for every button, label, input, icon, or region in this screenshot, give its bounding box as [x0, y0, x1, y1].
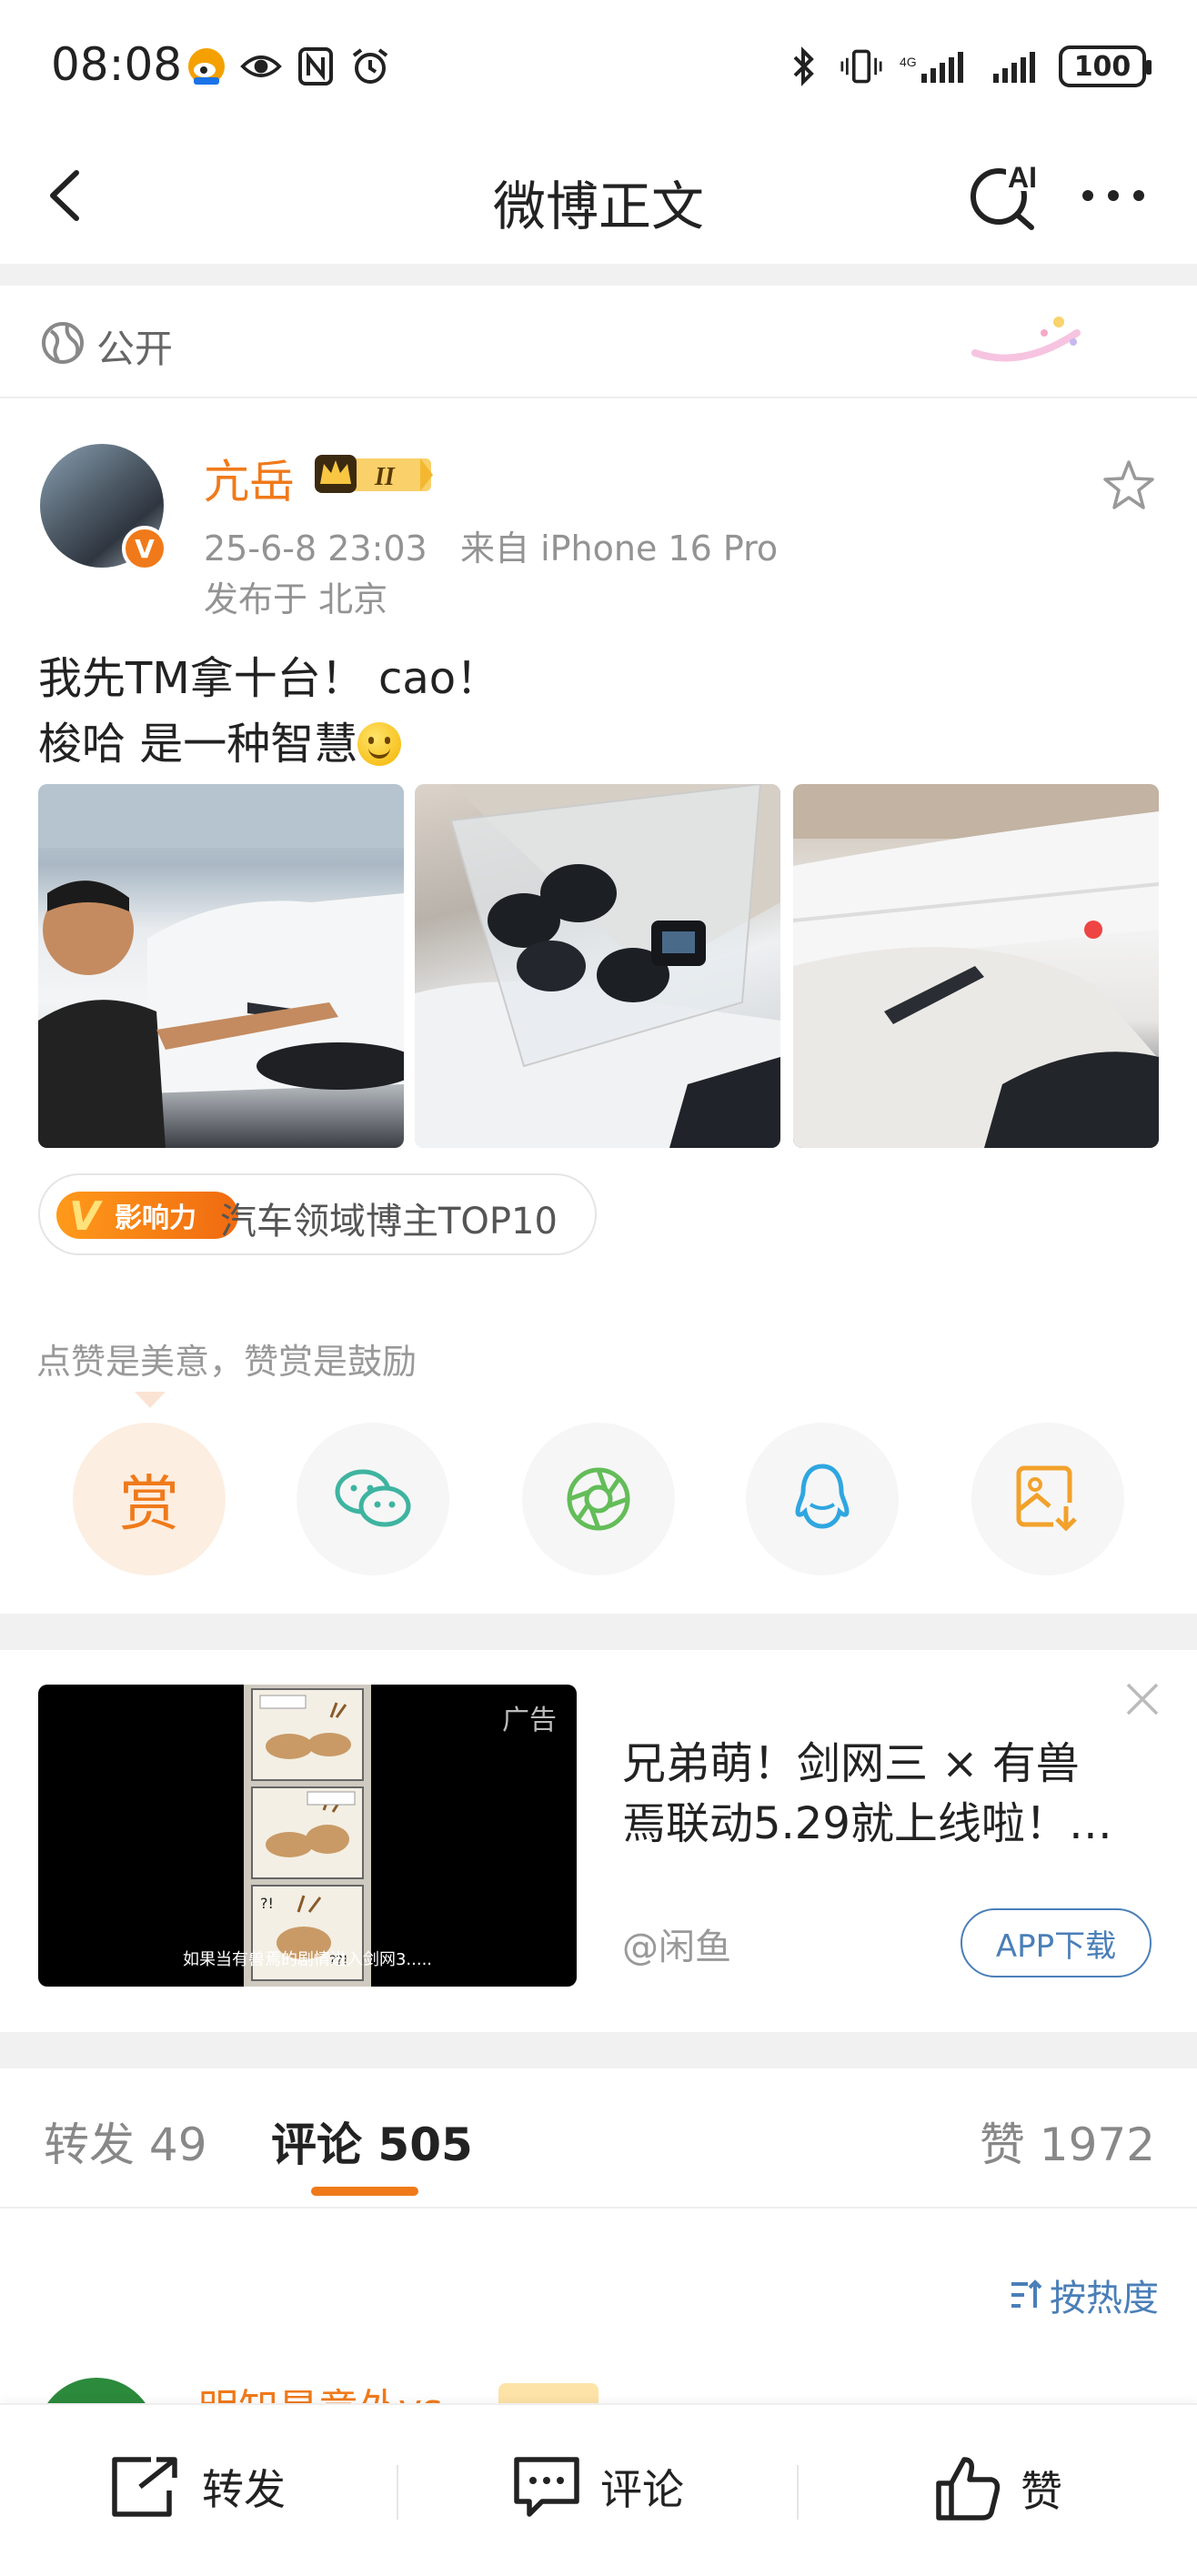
vip-level-label: II [374, 463, 396, 491]
ad-image[interactable]: ?!??! 广告 如果当有兽焉的剧情进入剑网3..... [38, 1685, 577, 1987]
section-divider [0, 2032, 1197, 2068]
wechat-share-button[interactable] [297, 1423, 449, 1575]
post-text-line-2: 梭哈 是一种智慧 [38, 711, 499, 777]
qq-share-button[interactable] [746, 1423, 899, 1575]
tab-comment[interactable]: 评论 505 [271, 2108, 473, 2174]
repost-icon [112, 2457, 177, 2517]
more-icon[interactable] [1077, 173, 1150, 218]
section-divider [0, 1614, 1197, 1650]
post-meta: 25-6-8 23:03 来自 iPhone 16 Pro [204, 520, 778, 570]
post-image-2[interactable] [415, 784, 780, 1148]
section-divider [0, 264, 1197, 286]
nfc-icon [295, 45, 337, 87]
like-label: 赞 [1021, 2467, 1062, 2516]
ad-title-line: 兄弟萌！剑网三 × 有兽 [622, 1738, 1080, 1789]
reward-button[interactable]: 赏 [73, 1423, 226, 1575]
globe-icon [40, 320, 86, 366]
favorite-star-icon[interactable] [1101, 457, 1157, 513]
post-source: 来自 iPhone 16 Pro [459, 528, 779, 569]
wechat-icon [335, 1469, 411, 1527]
save-image-icon [1016, 1465, 1081, 1534]
close-icon[interactable] [1124, 1681, 1161, 1717]
verified-badge-icon: V [122, 526, 167, 571]
tab-divider [0, 2207, 1197, 2209]
svg-text:4G: 4G [900, 55, 917, 69]
visibility-label: 公开 [96, 327, 174, 371]
repost-label: 转发 [202, 2465, 286, 2514]
comic-panel [251, 1786, 364, 1879]
svg-text:?!: ?! [260, 1895, 274, 1912]
vibrate-icon [840, 45, 882, 87]
bottom-bar-separator [397, 2465, 398, 2520]
ad-label: 广告 [502, 1705, 557, 1736]
moments-share-button[interactable] [522, 1423, 675, 1575]
nav-bar: 微博正文 AI [0, 136, 1197, 255]
like-button[interactable]: 赞 [933, 2454, 1062, 2523]
vip-crown-badge-icon[interactable]: II [313, 451, 435, 497]
moments-icon [567, 1467, 630, 1531]
influence-tag[interactable]: 影响力 汽车领域博主TOP10 [38, 1173, 597, 1255]
status-icons-right: 4G 100 [782, 45, 1152, 87]
bottom-bar-separator [797, 2465, 799, 2520]
post-time: 25-6-8 23:03 [204, 528, 428, 569]
post-image-3[interactable] [793, 784, 1159, 1148]
bluetooth-icon [782, 45, 824, 87]
signal-icon: 4G [899, 45, 971, 87]
eye-icon [240, 45, 282, 87]
comment-icon [514, 2457, 579, 2517]
alarm-icon [349, 45, 391, 87]
ad-comic-strip: ?!??! [244, 1685, 371, 1987]
comment-button[interactable]: 评论 [511, 2454, 684, 2520]
tab-like[interactable]: 赞 1972 [980, 2108, 1155, 2174]
sort-button[interactable]: 按热度 [1008, 2269, 1159, 2321]
status-icons-left [186, 45, 391, 87]
comment-label: 评论 [600, 2465, 684, 2514]
sort-label: 按热度 [1050, 2278, 1159, 2319]
repost-button[interactable]: 转发 [107, 2454, 286, 2520]
bottom-action-bar: 转发 评论 赞 [0, 2403, 1197, 2576]
status-time: 08:08 [51, 38, 183, 91]
ad-title[interactable]: 兄弟萌！剑网三 × 有兽 焉联动5.29就上线啦！… [622, 1734, 1168, 1854]
influence-logo: 影响力 [56, 1192, 238, 1240]
save-image-button[interactable] [971, 1423, 1124, 1575]
post-image-1[interactable] [38, 784, 404, 1148]
battery-indicator: 100 [1059, 45, 1152, 87]
app-download-button[interactable]: APP下载 [961, 1908, 1152, 1977]
ai-label: AI [1008, 161, 1037, 194]
hint-arrow-icon [135, 1392, 166, 1408]
ad-title-line: 焉联动5.29就上线啦！… [622, 1798, 1112, 1849]
weibo-app-icon [186, 45, 227, 87]
qq-icon [795, 1464, 850, 1529]
post-text: 我先TM拿十台！ cao！ 梭哈 是一种智慧 [38, 646, 499, 777]
status-bar: 08:08 4G 100 [0, 0, 1197, 136]
thumbs-up-icon [936, 2457, 1001, 2521]
sparkle-decoration-icon [968, 306, 1086, 375]
comic-panel [251, 1688, 364, 1781]
author-name[interactable]: 亢岳 [204, 446, 295, 511]
tab-repost[interactable]: 转发 49 [44, 2108, 207, 2174]
post-text-line: 我先TM拿十台！ cao！ [38, 653, 500, 704]
signal-icon [988, 45, 1042, 87]
ai-search-icon[interactable]: AI [964, 156, 1046, 233]
reward-hint: 点赞是美意，赞赏是鼓励 [36, 1342, 417, 1382]
ad-caption: 如果当有兽焉的剧情进入剑网3..... [182, 1950, 433, 1969]
smile-emoji-icon [357, 722, 402, 766]
influence-tag-label: 汽车领域博主TOP10 [220, 1201, 558, 1243]
post-text-line: 梭哈 是一种智慧 [38, 719, 358, 770]
ad-source[interactable]: @闲鱼 [622, 1917, 731, 1970]
sort-icon [1011, 2279, 1042, 2308]
post-location: 发布于 北京 [204, 579, 388, 619]
tab-active-indicator [311, 2187, 418, 2196]
visibility-row: 公开 [0, 286, 1197, 398]
